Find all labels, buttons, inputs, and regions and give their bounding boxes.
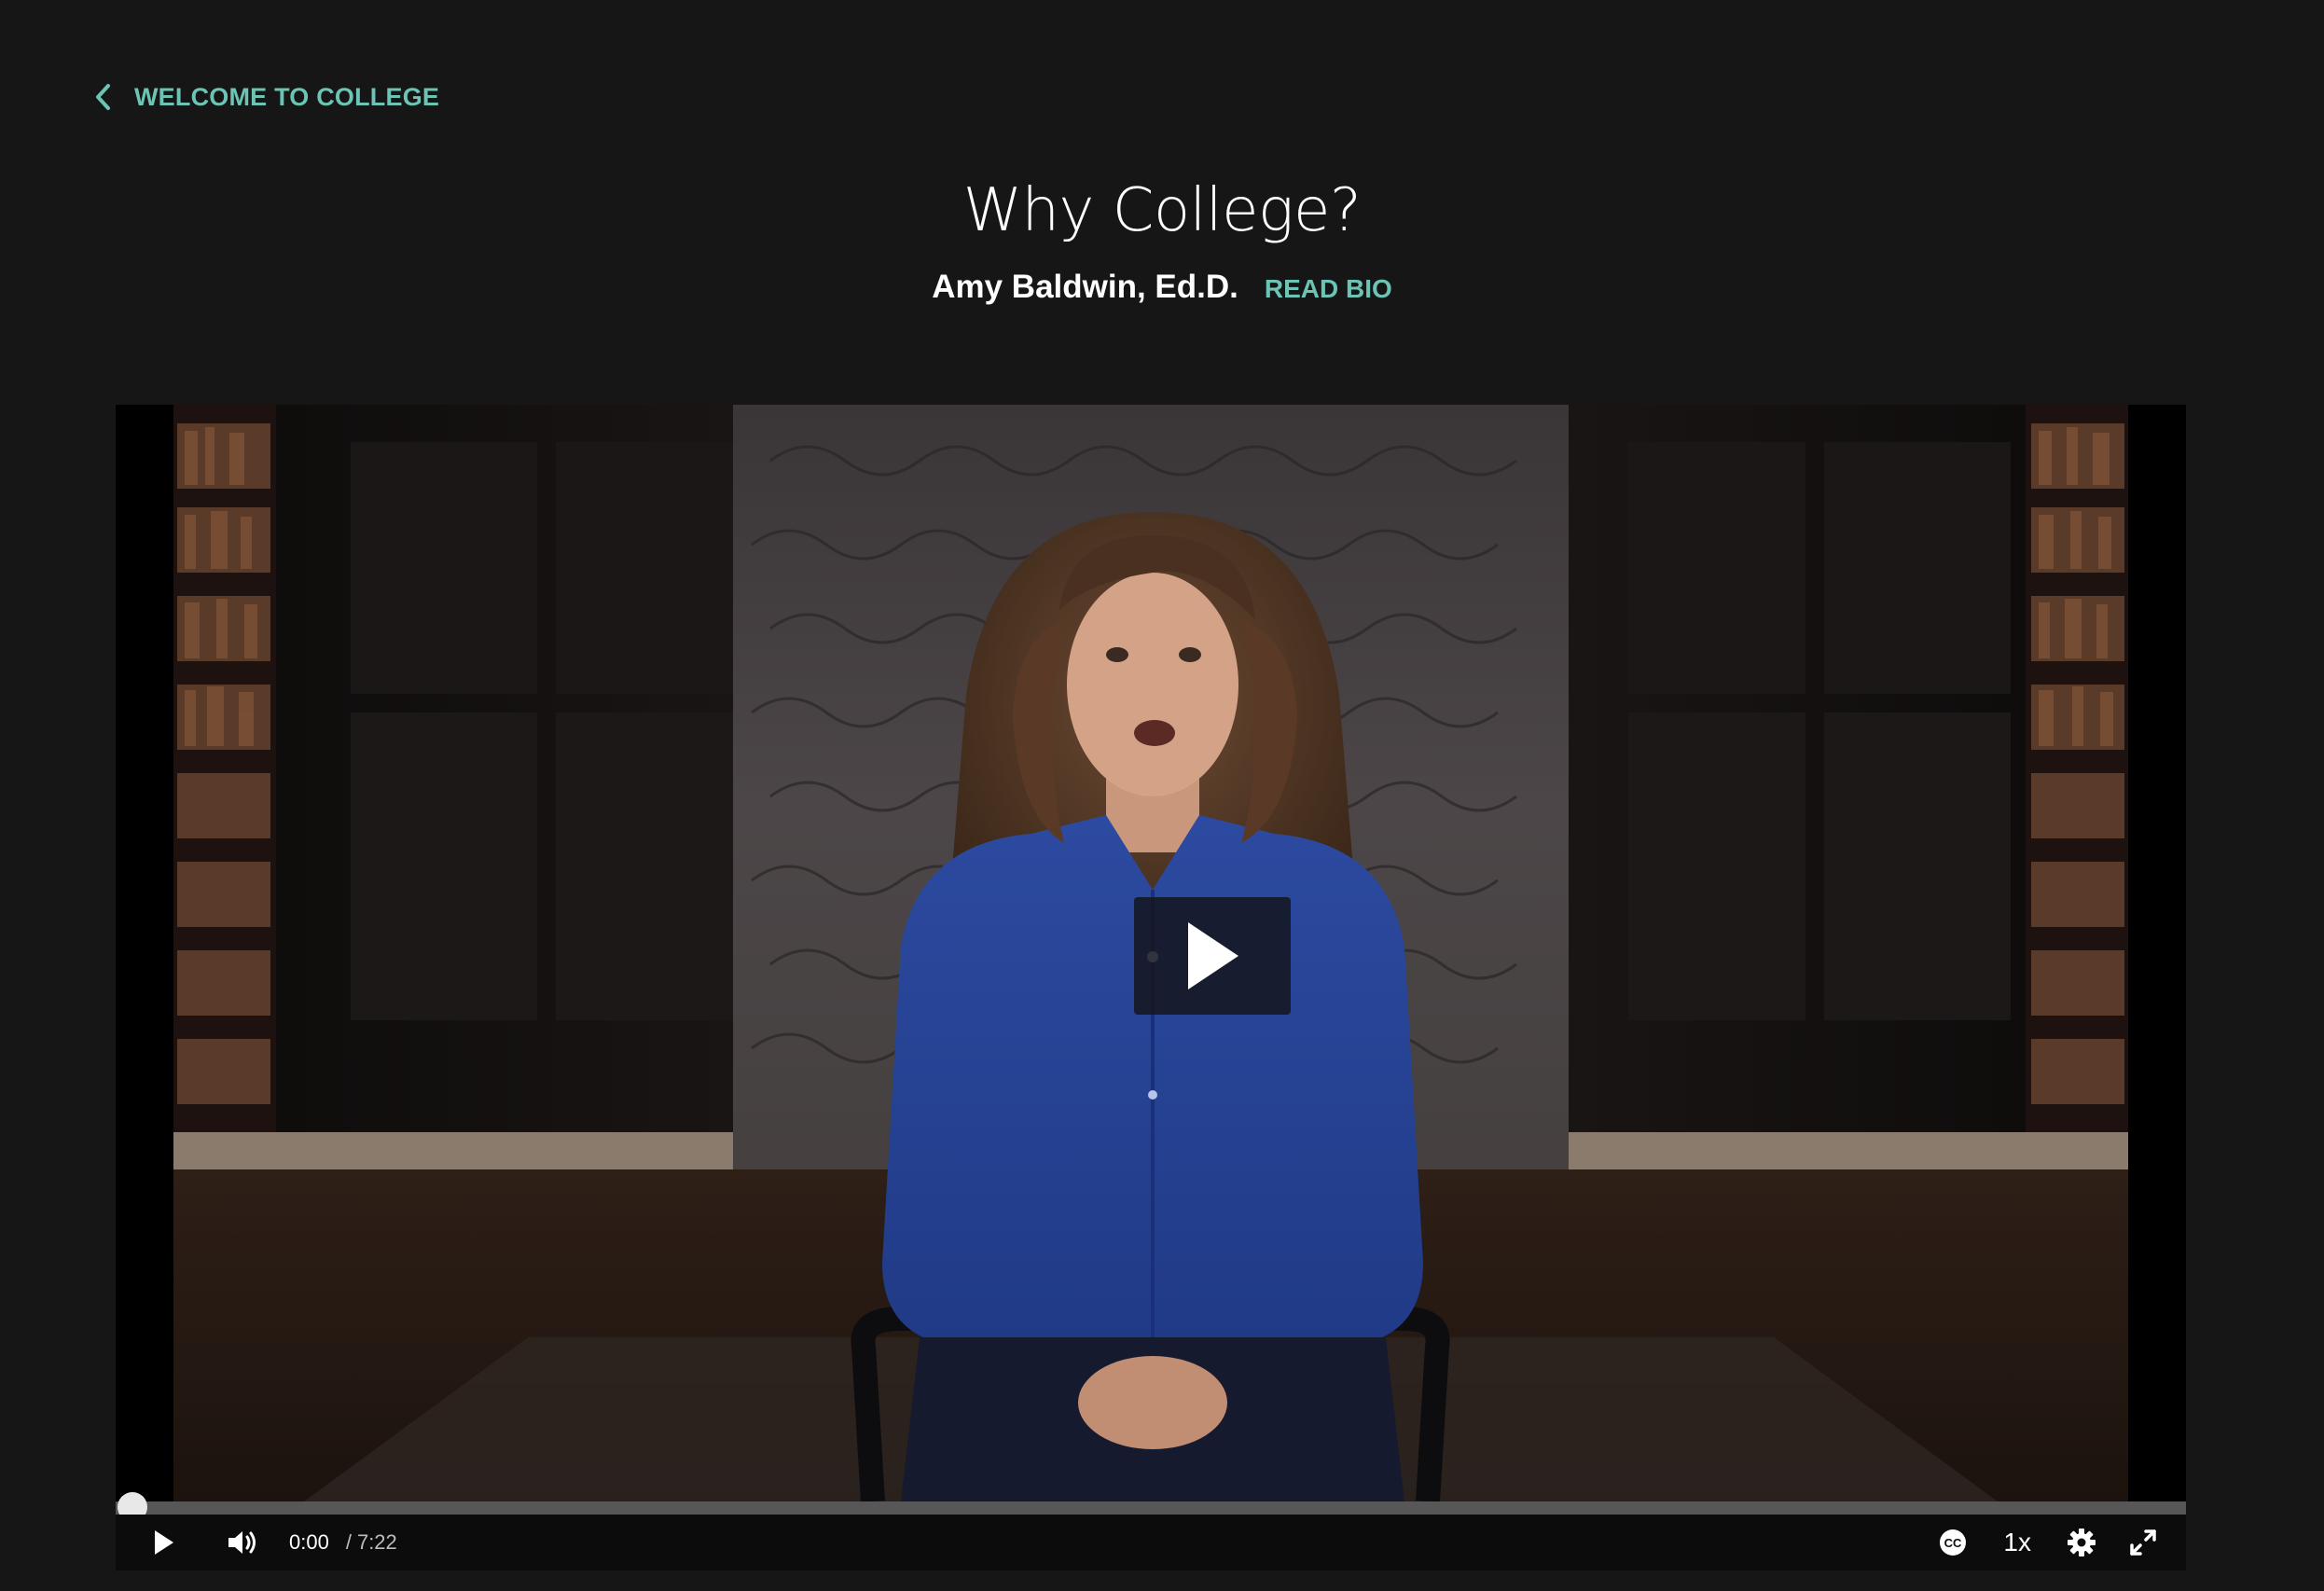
playback-speed-button[interactable]: 1x [2003, 1528, 2031, 1557]
author-name: Amy Baldwin, Ed.D. [932, 269, 1238, 305]
fullscreen-button[interactable] [2124, 1522, 2162, 1563]
captions-button[interactable]: CC [1934, 1522, 1971, 1563]
page-title: Why College? [962, 176, 1362, 245]
gear-icon [2068, 1529, 2096, 1556]
byline: Amy Baldwin, Ed.D. READ BIO [0, 269, 2324, 306]
page: WELCOME TO COLLEGE Why College? Amy Bald… [0, 0, 2324, 1591]
player-controls: 0:00 / 7:22 CC 1x [116, 1515, 2186, 1570]
fullscreen-icon [2130, 1529, 2156, 1556]
read-bio-link[interactable]: READ BIO [1265, 274, 1392, 304]
video-frame[interactable] [173, 405, 2128, 1501]
back-link[interactable]: WELCOME TO COLLEGE [90, 76, 439, 118]
chevron-left-icon [90, 76, 116, 118]
play-icon [1184, 920, 1240, 991]
play-button[interactable] [147, 1522, 181, 1563]
progress-bar[interactable] [116, 1501, 2186, 1515]
duration: 7:22 [356, 1530, 397, 1554]
big-play-button[interactable] [1134, 897, 1291, 1015]
play-icon [155, 1530, 173, 1555]
settings-button[interactable] [2063, 1522, 2100, 1563]
current-time: 0:00 [289, 1530, 329, 1554]
back-link-label: WELCOME TO COLLEGE [134, 82, 440, 111]
volume-icon [228, 1531, 256, 1554]
svg-text:CC: CC [1944, 1536, 1962, 1550]
time-separator: / [345, 1530, 352, 1554]
volume-button[interactable] [224, 1522, 261, 1563]
video-player[interactable]: 0:00 / 7:22 CC 1x [116, 405, 2186, 1570]
closed-captions-icon: CC [1940, 1529, 1967, 1556]
